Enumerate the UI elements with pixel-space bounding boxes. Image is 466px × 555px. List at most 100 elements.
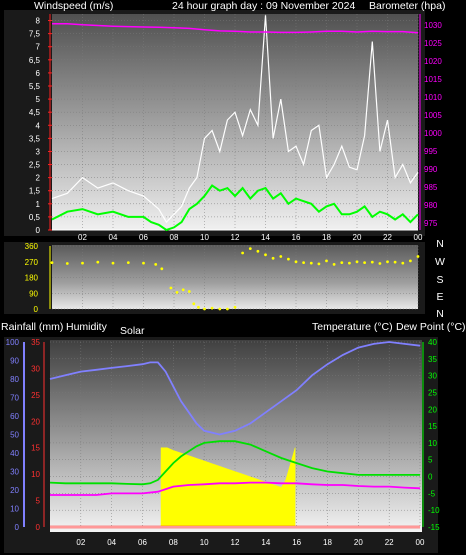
dir-point <box>348 261 351 265</box>
x-tick-label: 00 <box>414 233 423 242</box>
x-tick-label: 18 <box>322 233 331 242</box>
x-tick-label: 16 <box>292 538 301 547</box>
wind-tick-label: 8 <box>36 17 41 26</box>
rain-tick-label: 35 <box>31 338 40 347</box>
dir-point <box>393 260 397 264</box>
humidity-tick-label: 50 <box>10 431 19 440</box>
rain-tick-label: 10 <box>31 470 40 479</box>
humidity-tick-label: 90 <box>10 357 19 366</box>
temp-tick-label: 15 <box>428 422 437 431</box>
wind-tick-label: 5 <box>36 95 41 104</box>
temp-tick-label: 10 <box>428 439 437 448</box>
dir-point <box>271 256 275 260</box>
dir-tick-label: 90 <box>29 289 38 298</box>
rain-tick-label: 5 <box>36 497 41 506</box>
rain-tick-label: 30 <box>31 364 40 373</box>
x-tick-label: 04 <box>107 538 116 547</box>
baro-tick-label: 1010 <box>424 93 442 102</box>
compass-label: N <box>436 238 444 250</box>
wind-tick-label: 7,5 <box>29 30 41 39</box>
baro-tick-label: 980 <box>424 201 438 210</box>
dir-point <box>287 257 290 261</box>
dir-point <box>175 291 179 294</box>
x-tick-label: 02 <box>78 233 87 242</box>
temp-label: Temperature (°C) <box>312 321 393 333</box>
x-tick-label: 02 <box>76 538 85 547</box>
compass-label: W <box>435 256 445 268</box>
dir-point <box>401 261 405 265</box>
x-tick-label: 12 <box>231 233 240 242</box>
dir-tick-label: 0 <box>34 305 39 314</box>
humidity-label: Humidity <box>66 321 108 333</box>
temp-tick-label: 0 <box>428 473 433 482</box>
dir-point <box>279 255 283 258</box>
wind-tick-label: 4 <box>36 121 41 130</box>
wind-tick-label: 5,5 <box>29 82 41 91</box>
dir-point <box>226 307 229 311</box>
baro-tick-label: 990 <box>424 165 438 174</box>
dir-point <box>294 260 298 264</box>
dir-point <box>210 306 214 310</box>
dir-point <box>154 263 158 266</box>
x-tick-label: 06 <box>139 233 148 242</box>
dir-point <box>126 261 130 264</box>
x-tick-label: 22 <box>383 233 392 242</box>
temp-tick-label: 5 <box>428 456 433 465</box>
rain-tick-label: 15 <box>31 444 40 453</box>
x-tick-label: 20 <box>354 538 363 547</box>
dir-point <box>340 261 344 264</box>
dir-point <box>81 261 84 265</box>
baro-label: Barometer (hpa) <box>369 0 445 12</box>
dir-tick-label: 360 <box>25 242 39 251</box>
humidity-tick-label: 40 <box>10 449 19 458</box>
dir-tick-label: 180 <box>25 274 39 283</box>
wind-tick-label: 4,5 <box>29 108 41 117</box>
humidity-tick-label: 80 <box>10 375 19 384</box>
dir-point <box>409 259 412 263</box>
dir-point <box>264 253 267 257</box>
x-tick-label: 12 <box>231 538 240 547</box>
dir-point <box>256 249 260 253</box>
x-tick-label: 22 <box>385 538 394 547</box>
humidity-tick-label: 60 <box>10 412 19 421</box>
wind-tick-label: 0,5 <box>29 213 41 222</box>
temp-tick-label: -5 <box>428 489 436 498</box>
compass-label: N <box>436 308 444 320</box>
temp-tick-label: 35 <box>428 355 437 364</box>
dir-point <box>325 259 328 263</box>
weather-graph-page: Windspeed (m/s) 24 hour graph day : 09 N… <box>0 0 466 555</box>
dir-point <box>309 261 313 265</box>
humidity-tick-label: 20 <box>10 486 19 495</box>
dir-point <box>203 307 206 311</box>
temp-tick-label: -15 <box>428 523 440 532</box>
wind-label: Windspeed (m/s) <box>34 0 113 12</box>
humidity-tick-label: 0 <box>15 523 20 532</box>
baro-tick-label: 1015 <box>424 75 442 84</box>
solar-label: Solar <box>120 325 145 337</box>
baro-tick-label: 1020 <box>424 57 442 66</box>
dew-label: Dew Point (°C) <box>396 321 466 333</box>
dir-point <box>370 260 374 264</box>
x-tick-label: 08 <box>170 233 179 242</box>
wind-tick-label: 7 <box>36 43 41 52</box>
x-tick-label: 16 <box>292 233 301 242</box>
baro-tick-label: 995 <box>424 147 438 156</box>
dir-tick-label: 270 <box>25 258 39 267</box>
dir-point <box>218 307 222 311</box>
dir-point <box>96 260 100 264</box>
dir-point <box>302 261 305 264</box>
temp-tick-label: 25 <box>428 388 437 397</box>
rain-tick-label: 20 <box>31 417 40 426</box>
x-tick-label: 18 <box>323 538 332 547</box>
dir-point <box>416 255 420 258</box>
x-tick-label: 20 <box>353 233 362 242</box>
rain-tick-label: 25 <box>31 391 40 400</box>
wind-tick-label: 6 <box>36 69 41 78</box>
wind-tick-label: 3 <box>36 147 41 156</box>
wind-tick-label: 2 <box>36 174 41 183</box>
dir-point <box>65 262 69 265</box>
rain-tick-label: 0 <box>36 523 41 532</box>
x-tick-label: 10 <box>200 538 209 547</box>
x-tick-label: 00 <box>416 538 425 547</box>
rain-label: Rainfall (mm) <box>1 321 63 333</box>
